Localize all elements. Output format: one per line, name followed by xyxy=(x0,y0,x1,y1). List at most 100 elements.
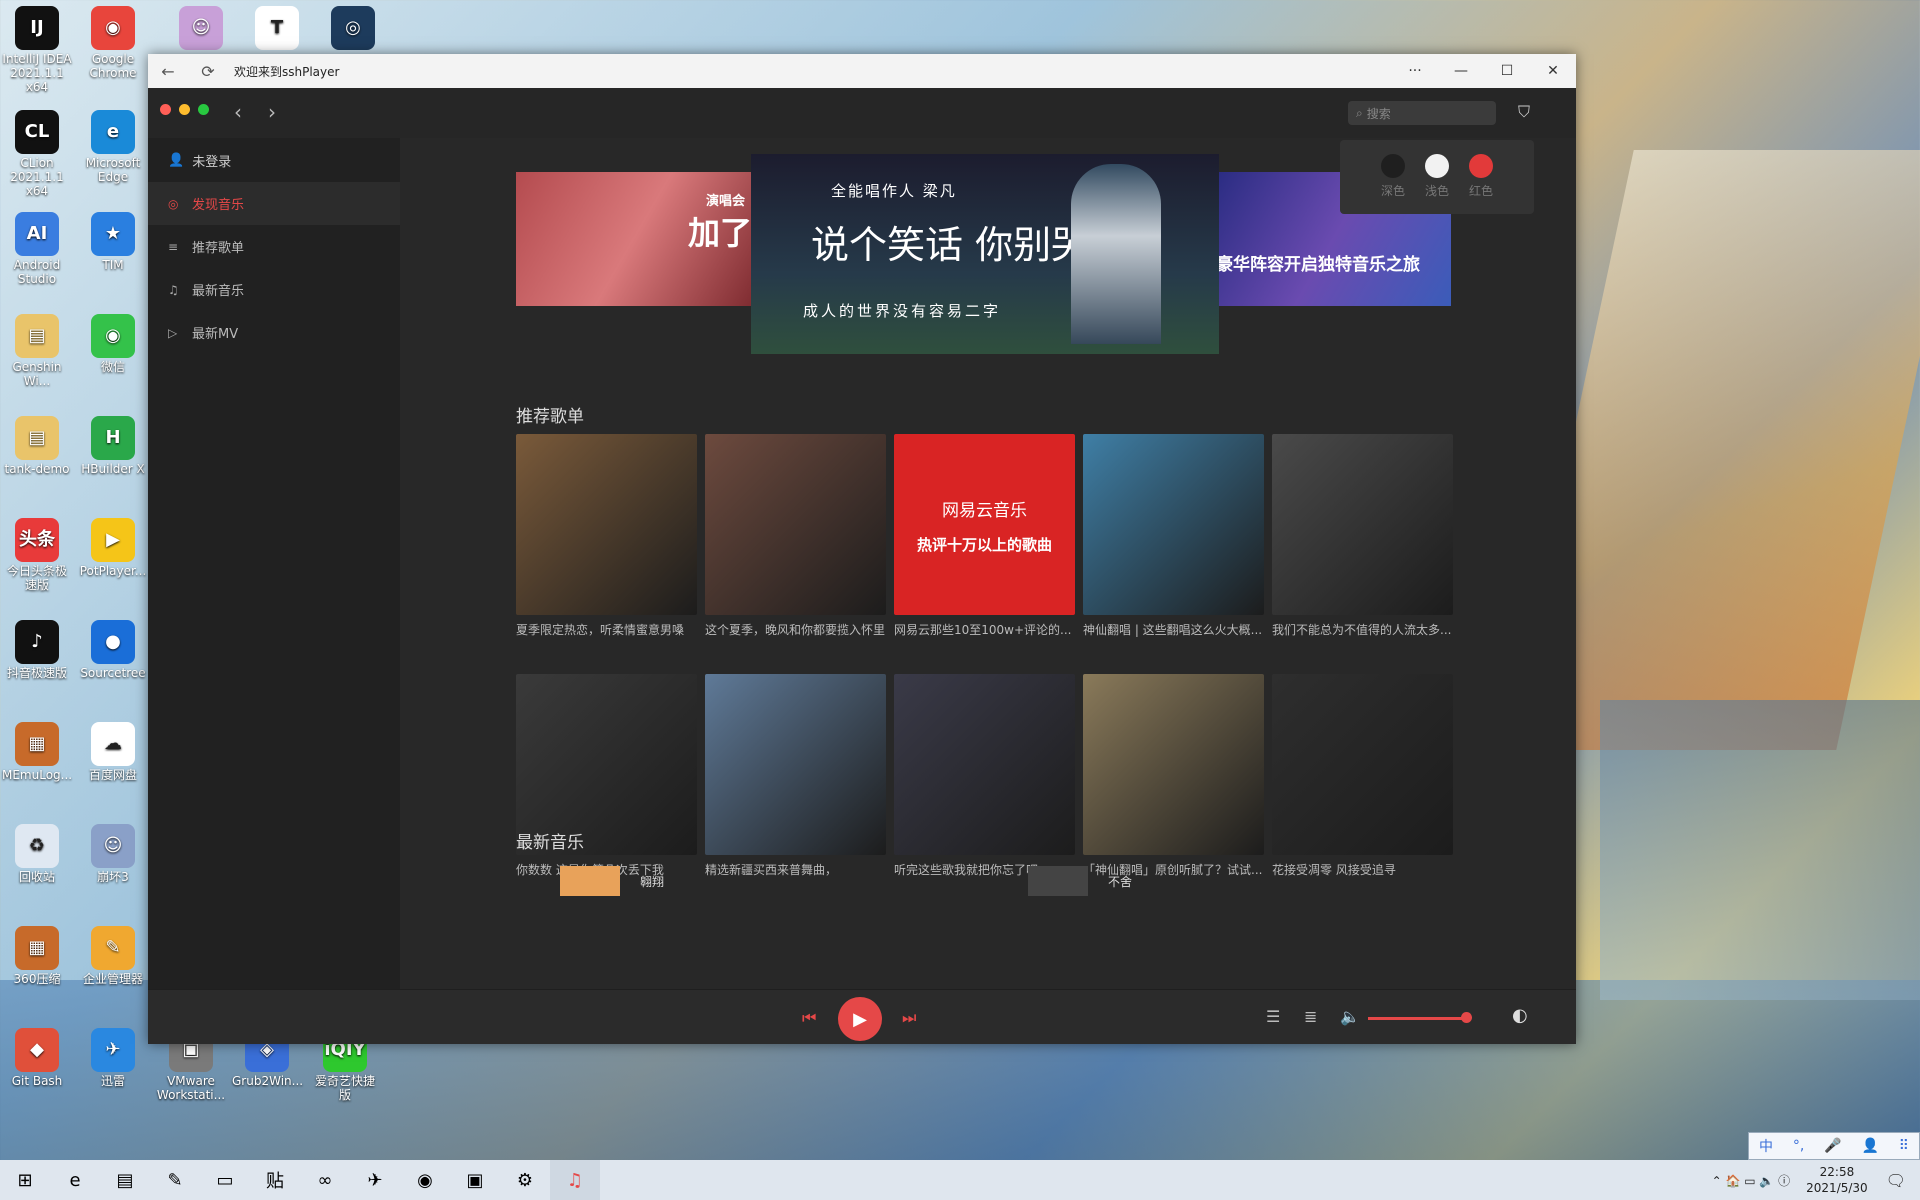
ime-toolbar[interactable]: 中 °, 🎤 👤 ⠿ xyxy=(1748,1132,1920,1160)
taskbar-app-icon[interactable]: 贴 xyxy=(250,1160,300,1200)
playlist-card[interactable]: 精选新疆买西来普舞曲， xyxy=(705,674,886,878)
volume-slider[interactable] xyxy=(1368,1017,1464,1020)
playlist-icon[interactable]: ☰ xyxy=(1266,1007,1280,1026)
playlist-cover[interactable] xyxy=(705,674,886,855)
desktop-icon[interactable]: ▶ PotPlayer... xyxy=(78,518,148,578)
playlist-cover[interactable] xyxy=(516,434,697,615)
desktop-icon[interactable]: T xyxy=(242,6,312,52)
github-icon[interactable]: ◐ xyxy=(1512,1005,1528,1026)
theme-option[interactable]: 红色 xyxy=(1464,154,1498,199)
desktop-icon[interactable]: ☺ xyxy=(166,6,236,52)
desktop-icon[interactable]: ▤ Genshin Wi... xyxy=(2,314,72,388)
ime-button[interactable]: 🎤 xyxy=(1824,1138,1841,1154)
tray-icons[interactable]: ⌃ 🏠 ▭ 🔈 ⓘ xyxy=(1712,1172,1791,1189)
playlist-card[interactable]: 这个夏季，晚风和你都要揽入怀里 xyxy=(705,434,886,638)
minimize-dot[interactable] xyxy=(179,104,190,115)
theme-option[interactable]: 深色 xyxy=(1376,154,1410,199)
sidebar-item[interactable]: ♫ 最新音乐 xyxy=(148,268,400,311)
search-input[interactable]: ⌕ 搜索 xyxy=(1348,101,1496,125)
desktop-icon[interactable]: e Microsoft Edge xyxy=(78,110,148,184)
taskbar-app-icon[interactable]: ✈ xyxy=(350,1160,400,1200)
ime-button[interactable]: 👤 xyxy=(1861,1138,1878,1154)
taskbar-app-icon[interactable]: ♫ xyxy=(550,1160,600,1200)
playlist-cover[interactable]: 网易云音乐 热评十万以上的歌曲 xyxy=(894,434,1075,615)
sidebar-item[interactable]: ≡ 推荐歌单 xyxy=(148,225,400,268)
ime-button[interactable]: ⠿ xyxy=(1899,1138,1909,1154)
volume-knob[interactable] xyxy=(1461,1012,1472,1023)
banner-center[interactable]: 全能唱作人 梁凡 说个笑话 你别哭 成人的世界没有容易二字 xyxy=(751,154,1219,354)
more-icon[interactable]: ··· xyxy=(1392,54,1438,88)
desktop-icon[interactable]: ◆ Git Bash xyxy=(2,1028,72,1088)
ime-button[interactable]: °, xyxy=(1793,1138,1804,1154)
desktop-icon[interactable]: ☺ 崩坏3 xyxy=(78,824,148,884)
lyrics-icon[interactable]: ≣ xyxy=(1304,1007,1317,1026)
refresh-icon[interactable]: ⟳ xyxy=(188,54,228,88)
nav-back-icon[interactable]: ‹ xyxy=(234,100,242,124)
desktop-icon[interactable]: ◎ xyxy=(318,6,388,52)
sidebar-item[interactable]: ▷ 最新MV xyxy=(148,311,400,354)
playlist-card[interactable]: 夏季限定热恋，听柔情蜜意男嗓 xyxy=(516,434,697,638)
taskbar-app-icon[interactable]: ⊞ xyxy=(0,1160,50,1200)
desktop-icon[interactable]: ◉ 微信 xyxy=(78,314,148,374)
desktop-icon[interactable]: H HBuilder X xyxy=(78,416,148,476)
desktop-icon[interactable]: ♻ 回收站 xyxy=(2,824,72,884)
next-button[interactable]: ⏭ xyxy=(902,1008,916,1028)
playlist-card[interactable]: 网易云音乐 热评十万以上的歌曲网易云那些10至100w+评论的... xyxy=(894,434,1075,638)
banner-left[interactable]: 演唱会 加了 xyxy=(516,172,752,306)
notification-icon[interactable]: 🗨 xyxy=(1886,1171,1906,1190)
desktop-icon[interactable]: CL CLion 2021.1.1 x64 xyxy=(2,110,72,198)
playlist-card[interactable]: 花接受凋零 风接受追寻 xyxy=(1272,674,1453,878)
nav-forward-icon[interactable]: › xyxy=(268,100,276,124)
play-button[interactable]: ▶ xyxy=(838,997,882,1041)
playlist-cover[interactable] xyxy=(1083,674,1264,855)
prev-button[interactable]: ⏮ xyxy=(802,1008,816,1028)
desktop-icon[interactable]: ✎ 企业管理器 xyxy=(78,926,148,986)
song-item[interactable]: 翱翔 xyxy=(560,866,664,896)
playlist-label[interactable]: 这个夏季，晚风和你都要揽入怀里 xyxy=(705,621,886,638)
taskbar-app-icon[interactable]: ▭ xyxy=(200,1160,250,1200)
desktop-icon[interactable]: 头条 今日头条极速版 xyxy=(2,518,72,592)
desktop-icon[interactable]: ▦ MEmuLog... xyxy=(2,722,72,782)
desktop-icon[interactable]: ◉ Google Chrome xyxy=(78,6,148,80)
playlist-label[interactable]: 夏季限定热恋，听柔情蜜意男嗓 xyxy=(516,621,697,638)
playlist-label[interactable]: 网易云那些10至100w+评论的... xyxy=(894,621,1075,638)
taskbar-app-icon[interactable]: ⚙ xyxy=(500,1160,550,1200)
playlist-cover[interactable] xyxy=(705,434,886,615)
playlist-card[interactable]: 神仙翻唱 | 这些翻唱这么火大概... xyxy=(1083,434,1264,638)
zoom-dot[interactable] xyxy=(198,104,209,115)
taskbar-app-icon[interactable]: ∞ xyxy=(300,1160,350,1200)
banner-carousel[interactable]: 演唱会 加了 全能唱作人 梁凡 说个笑话 你别哭 成人的世界没有容易二字 豪华阵… xyxy=(516,154,1451,354)
taskbar-app-icon[interactable]: ▣ xyxy=(450,1160,500,1200)
minimize-button[interactable]: — xyxy=(1438,54,1484,88)
desktop-icon[interactable]: ▦ 360压缩 xyxy=(2,926,72,986)
maximize-button[interactable]: ☐ xyxy=(1484,54,1530,88)
playlist-label[interactable]: 我们不能总为不值得的人流太多... xyxy=(1272,621,1453,638)
sidebar-item[interactable]: ◎ 发现音乐 xyxy=(148,182,400,225)
playlist-card[interactable]: 「神仙翻唱」原创听腻了？试试... xyxy=(1083,674,1264,878)
playlist-cover[interactable] xyxy=(1272,434,1453,615)
close-button[interactable]: ✕ xyxy=(1530,54,1576,88)
desktop-icon[interactable]: ✈ 迅雷 xyxy=(78,1028,148,1088)
desktop-icon[interactable]: ♪ 抖音极速版 xyxy=(2,620,72,680)
taskbar-app-icon[interactable]: ✎ xyxy=(150,1160,200,1200)
desktop-icon[interactable]: ★ TIM xyxy=(78,212,148,272)
clock[interactable]: 22:58 2021/5/30 xyxy=(1806,1164,1868,1196)
desktop-icon[interactable]: ▤ tank-demo xyxy=(2,416,72,476)
ime-button[interactable]: 中 xyxy=(1759,1136,1773,1156)
desktop-icon[interactable]: AI Android Studio xyxy=(2,212,72,286)
desktop-icon[interactable]: IJ IntelliJ IDEA 2021.1.1 x64 xyxy=(2,6,72,94)
playlist-cover[interactable] xyxy=(1083,434,1264,615)
playlist-label[interactable]: 花接受凋零 风接受追寻 xyxy=(1272,861,1453,878)
skin-icon[interactable]: ⛉ xyxy=(1518,102,1530,122)
volume-icon[interactable]: 🔈 xyxy=(1340,1007,1360,1026)
song-item[interactable]: 不舍 xyxy=(1028,866,1132,896)
user-login[interactable]: 👤 未登录 xyxy=(148,138,400,182)
desktop-icon[interactable]: ● Sourcetree xyxy=(78,620,148,680)
taskbar-app-icon[interactable]: ▤ xyxy=(100,1160,150,1200)
playlist-card[interactable]: 听完这些歌我就把你忘了吧 xyxy=(894,674,1075,878)
close-dot[interactable] xyxy=(160,104,171,115)
playlist-card[interactable]: 我们不能总为不值得的人流太多... xyxy=(1272,434,1453,638)
back-icon[interactable]: ← xyxy=(148,54,188,88)
taskbar-app-icon[interactable]: ◉ xyxy=(400,1160,450,1200)
playlist-cover[interactable] xyxy=(894,674,1075,855)
